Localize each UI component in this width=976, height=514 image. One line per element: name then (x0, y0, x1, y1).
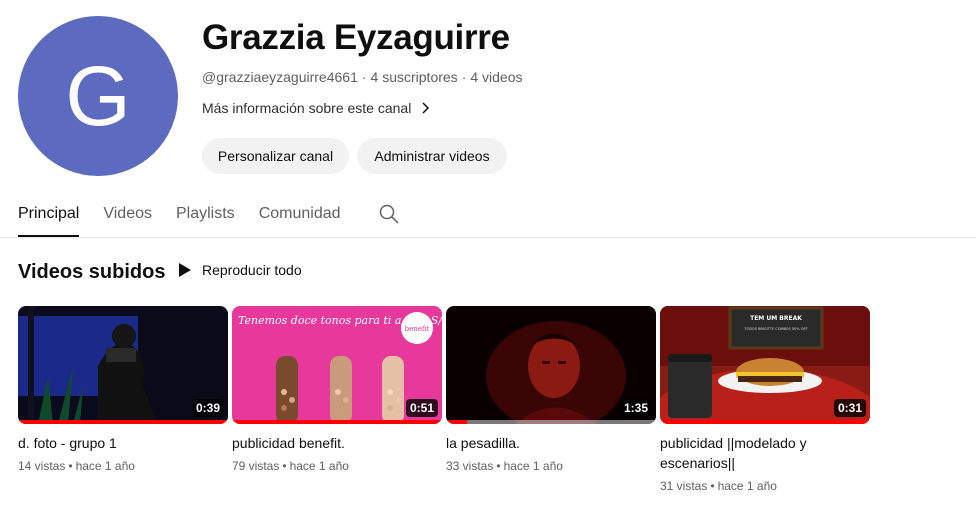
watch-progress (232, 420, 442, 424)
tab-playlists[interactable]: Playlists (176, 190, 235, 238)
video-card[interactable]: TEM UM BREAK TODOS BRIGITTE COMBOS 50% O… (660, 306, 870, 493)
tab-principal[interactable]: Principal (18, 190, 80, 238)
video-card[interactable]: 1:35 la pesadilla. 33 vistas • hace 1 año (446, 306, 656, 473)
video-thumbnail[interactable]: TEM UM BREAK TODOS BRIGITTE COMBOS 50% O… (660, 306, 870, 424)
video-thumbnail[interactable]: Tenemos doce tonos para ti a solo S/. 89… (232, 306, 442, 424)
play-all-label: Reproducir todo (202, 262, 302, 278)
video-title[interactable]: publicidad benefit. (232, 433, 442, 453)
avatar-letter: G (65, 48, 131, 143)
watch-progress (660, 420, 870, 424)
channel-tabs: Principal Videos Playlists Comunidad (18, 190, 365, 238)
video-count: 4 videos (470, 69, 523, 85)
more-info-label: Más información sobre este canal (202, 100, 412, 116)
duration-badge: 0:39 (191, 399, 224, 417)
video-stats: 14 vistas • hace 1 año (18, 459, 135, 473)
play-all-button[interactable]: Reproducir todo (178, 262, 302, 278)
video-stats: 79 vistas • hace 1 año (232, 459, 349, 473)
upload-age: hace 1 año (503, 459, 563, 473)
subscriber-count: 4 suscriptores (370, 69, 458, 85)
view-count: 14 vistas (18, 459, 66, 473)
channel-name: Grazzia Eyzaguirre (202, 18, 510, 57)
chevron-right-icon (422, 102, 430, 114)
duration-badge: 1:35 (619, 399, 652, 417)
more-info-link[interactable]: Más información sobre este canal (202, 100, 433, 116)
upload-age: hace 1 año (289, 459, 349, 473)
video-thumbnail[interactable]: 0:39 (18, 306, 228, 424)
view-count: 31 vistas (660, 479, 708, 493)
channel-meta: @grazziaeyzaguirre4661 · 4 suscriptores · 4 … (202, 69, 523, 85)
upload-age: hace 1 año (75, 459, 135, 473)
channel-handle: @grazziaeyzaguirre4661 (202, 69, 358, 85)
brand-logo-text: benefit (405, 325, 430, 333)
watch-progress (18, 420, 228, 424)
video-stats: 31 vistas • hace 1 año (660, 479, 777, 493)
search-icon[interactable] (378, 203, 400, 225)
tabs-divider (0, 237, 976, 238)
video-title[interactable]: publicidad ||modelado y escenarios|| (660, 433, 870, 473)
manage-videos-button[interactable]: Administrar videos (357, 138, 507, 174)
video-stats: 33 vistas • hace 1 año (446, 459, 563, 473)
watch-progress (446, 420, 656, 424)
tab-comunidad[interactable]: Comunidad (259, 190, 341, 238)
thumbnail-caption: TEM UM BREAK (750, 315, 802, 322)
duration-badge: 0:51 (405, 399, 438, 417)
video-title[interactable]: d. foto - grupo 1 (18, 433, 228, 453)
view-count: 79 vistas (232, 459, 280, 473)
customize-channel-button[interactable]: Personalizar canal (202, 138, 349, 174)
tab-videos[interactable]: Videos (103, 190, 152, 238)
video-card[interactable]: Tenemos doce tonos para ti a solo S/. 89… (232, 306, 442, 473)
channel-avatar[interactable]: G (18, 16, 178, 176)
play-icon (179, 263, 191, 277)
video-card[interactable]: 0:39 d. foto - grupo 1 14 vistas • hace 1 … (18, 306, 228, 473)
upload-age: hace 1 año (717, 479, 777, 493)
thumbnail-subcaption: TODOS BRIGITTE COMBOS 50% OFF (743, 327, 807, 331)
video-thumbnail[interactable]: 1:35 (446, 306, 656, 424)
video-title[interactable]: la pesadilla. (446, 433, 656, 453)
view-count: 33 vistas (446, 459, 494, 473)
section-title: Videos subidos (18, 261, 166, 283)
duration-badge: 0:31 (833, 399, 866, 417)
